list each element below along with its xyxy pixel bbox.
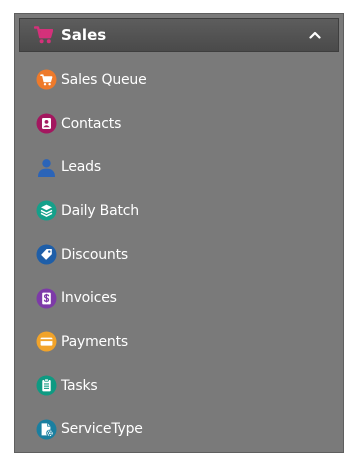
sales-nav-panel: Sales Sales Queue Contacts Leads Daily B… — [14, 13, 344, 453]
menu-item-service-type[interactable]: ServiceType — [15, 408, 343, 452]
menu-item-leads[interactable]: Leads — [15, 145, 343, 189]
menu-item-label: Tasks — [61, 377, 98, 394]
section-title: Sales — [61, 26, 107, 44]
menu-item-label: Payments — [61, 333, 128, 350]
menu-item-label: Contacts — [61, 115, 122, 132]
menu-item-invoices[interactable]: Invoices — [15, 276, 343, 320]
contact-card-icon — [36, 113, 57, 134]
layers-icon — [36, 200, 57, 221]
document-gear-icon — [36, 419, 57, 440]
cart-circle-icon — [36, 69, 57, 90]
menu-item-payments[interactable]: Payments — [15, 320, 343, 364]
credit-card-icon — [36, 331, 57, 352]
tag-icon — [36, 244, 57, 265]
menu-item-sales-queue[interactable]: Sales Queue — [15, 58, 343, 102]
chevron-up-icon[interactable] — [308, 30, 322, 40]
sales-menu-list: Sales Queue Contacts Leads Daily Batch D… — [15, 58, 343, 451]
menu-item-label: Sales Queue — [61, 71, 147, 88]
menu-item-discounts[interactable]: Discounts — [15, 233, 343, 277]
clipboard-icon — [36, 375, 57, 396]
menu-item-label: Daily Batch — [61, 202, 139, 219]
dollar-document-icon — [36, 288, 57, 309]
sales-section-header[interactable]: Sales — [19, 18, 339, 52]
menu-item-daily-batch[interactable]: Daily Batch — [15, 189, 343, 233]
shopping-cart-icon — [33, 25, 53, 45]
menu-item-label: Invoices — [61, 290, 117, 307]
person-icon — [36, 157, 57, 178]
menu-item-contacts[interactable]: Contacts — [15, 102, 343, 146]
menu-item-label: Discounts — [61, 246, 128, 263]
menu-item-tasks[interactable]: Tasks — [15, 364, 343, 408]
menu-item-label: Leads — [61, 159, 101, 176]
menu-item-label: ServiceType — [61, 421, 143, 438]
